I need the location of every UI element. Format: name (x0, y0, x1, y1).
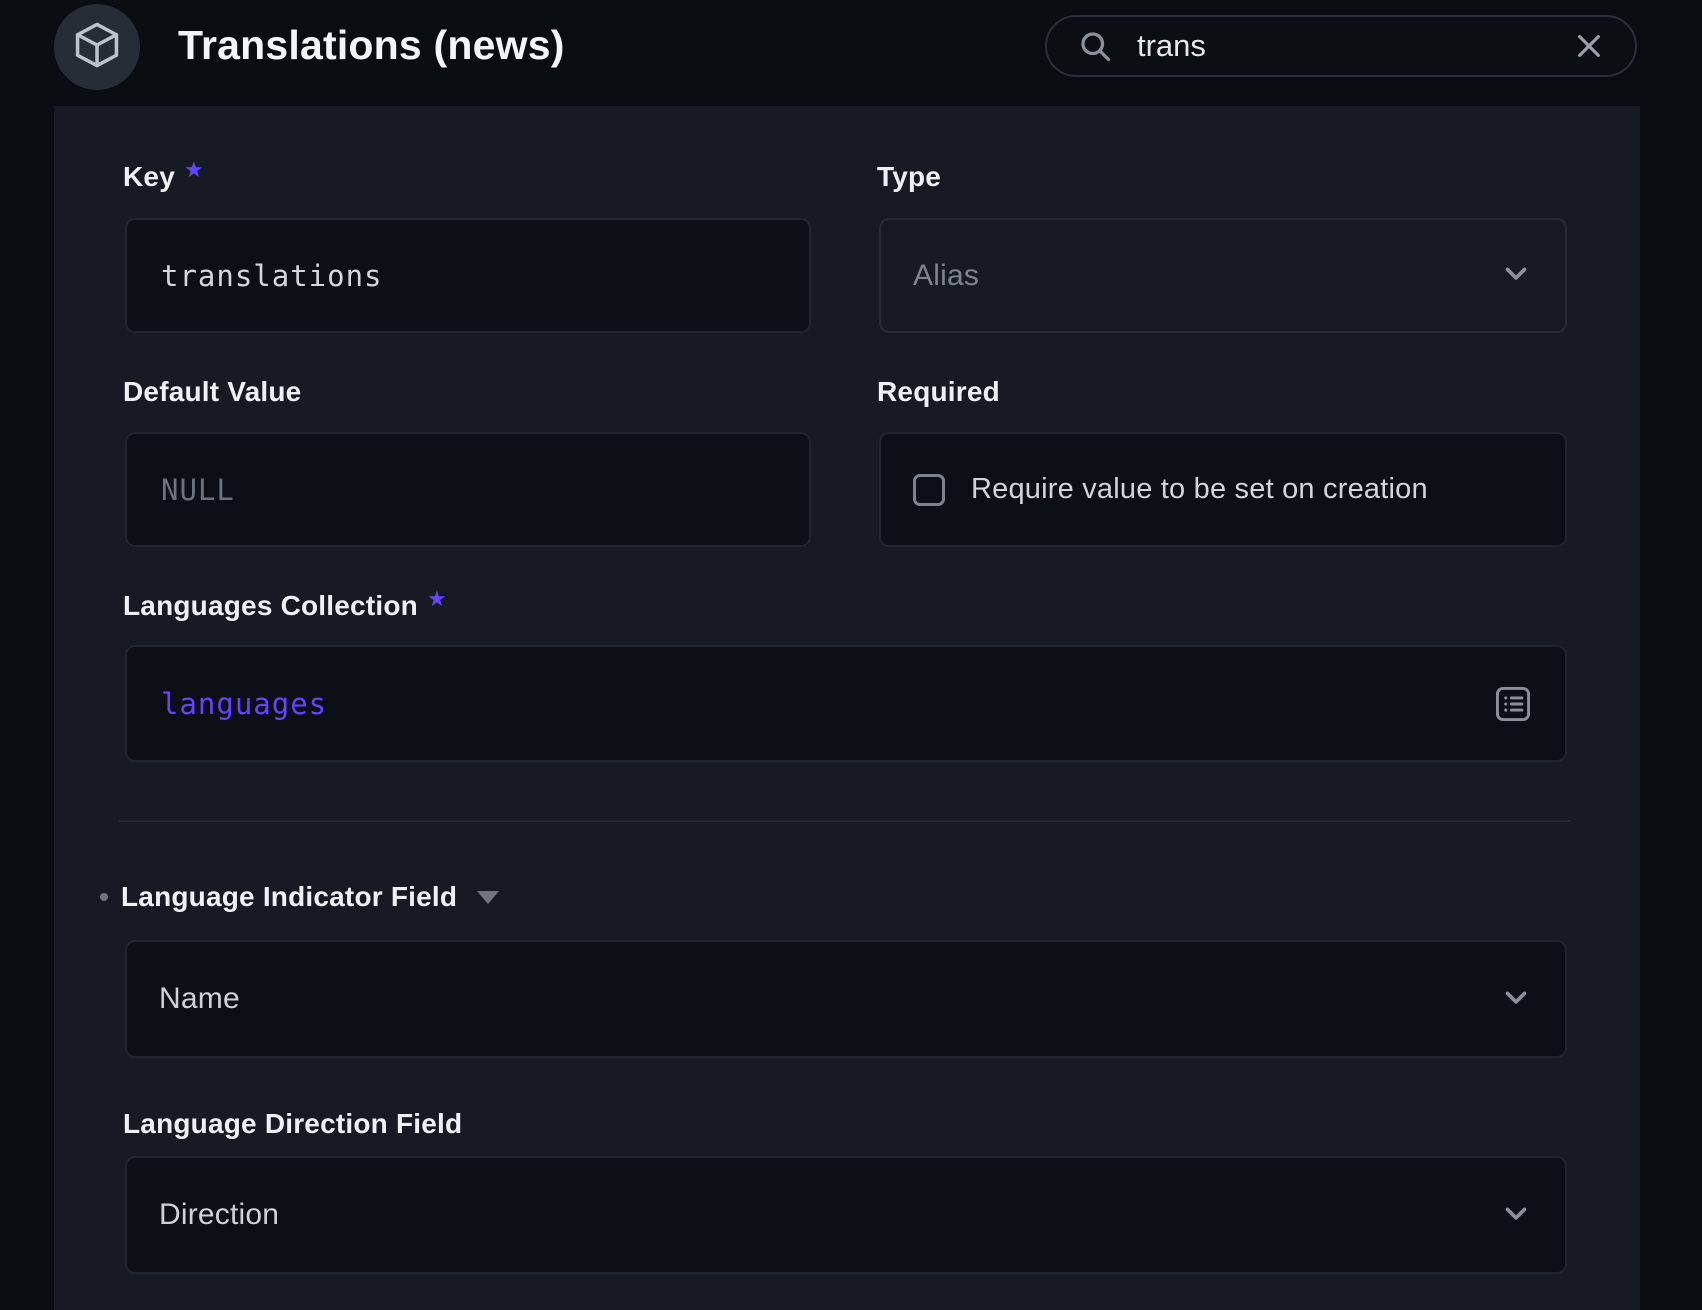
language-direction-field-value: Direction (159, 1198, 1499, 1232)
box-icon (70, 18, 124, 77)
default-value-field (125, 432, 811, 547)
required-star-icon: ★ (427, 586, 447, 611)
search-bar (1045, 15, 1637, 77)
drawer-icon-circle (54, 4, 140, 90)
search-icon (1077, 28, 1113, 64)
default-value-label: Default Value (123, 376, 301, 408)
section-divider (119, 820, 1571, 822)
languages-collection-input[interactable] (159, 686, 1493, 722)
key-field (125, 218, 811, 333)
required-checkbox[interactable] (913, 474, 945, 506)
search-input[interactable] (1135, 27, 1551, 65)
chevron-down-icon (1499, 980, 1533, 1019)
key-label: Key★ (123, 161, 204, 195)
close-icon[interactable] (1573, 30, 1605, 62)
languages-collection-field (125, 645, 1567, 762)
language-indicator-field-label: Language Indicator Field (121, 881, 457, 913)
list-icon[interactable] (1493, 684, 1533, 724)
required-field: Require value to be set on creation (879, 432, 1567, 547)
chevron-down-icon (1499, 256, 1533, 295)
required-checkbox-label[interactable]: Require value to be set on creation (971, 473, 1428, 506)
language-direction-field-select[interactable]: Direction (125, 1156, 1567, 1274)
page-title: Translations (news) (178, 18, 565, 72)
type-select[interactable]: Alias (879, 218, 1567, 333)
language-indicator-field-select[interactable]: Name (125, 940, 1567, 1058)
key-input[interactable] (159, 258, 777, 294)
field-detail-drawer: Translations (news) Key★ Type Alias (0, 0, 1702, 1310)
default-value-input[interactable] (159, 472, 777, 508)
field-settings-panel: Key★ Type Alias Default Value Required R… (54, 106, 1640, 1310)
required-label: Required (877, 376, 1000, 408)
chevron-down-icon (1499, 1196, 1533, 1235)
language-direction-field-label: Language Direction Field (123, 1108, 462, 1140)
triangle-down-icon[interactable] (475, 889, 501, 905)
language-indicator-field-value: Name (159, 982, 1499, 1016)
required-star-icon: ★ (184, 157, 204, 182)
language-indicator-field-header: Language Indicator Field (100, 880, 501, 914)
type-label: Type (877, 161, 941, 193)
type-select-value: Alias (913, 259, 1499, 293)
languages-collection-label: Languages Collection★ (123, 590, 447, 624)
modified-dot-icon (100, 893, 108, 901)
